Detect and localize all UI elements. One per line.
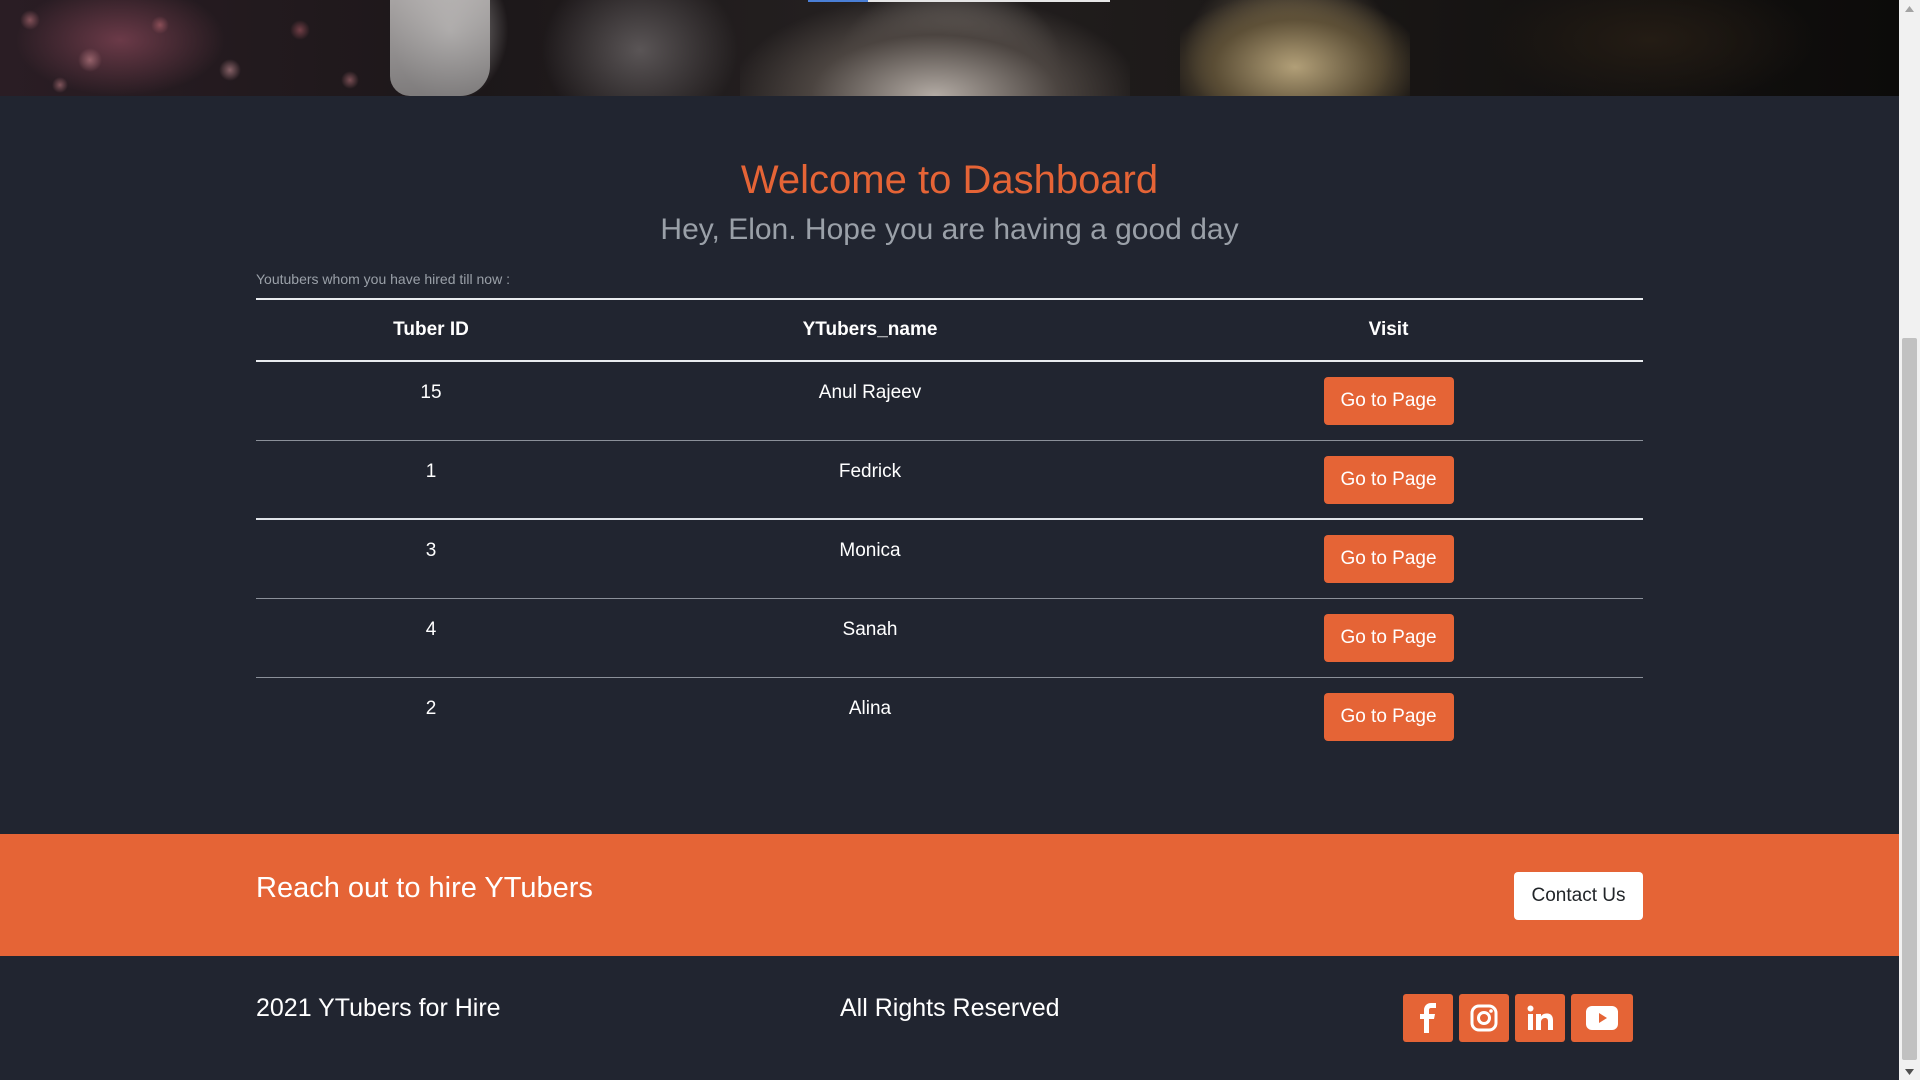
page: Welcome to Dashboard Hey, Elon. Hope you…	[0, 0, 1899, 1080]
instagram-icon	[1470, 1004, 1498, 1032]
table-row: 3 Monica Go to Page	[256, 519, 1643, 599]
cell-visit: Go to Page	[1134, 677, 1643, 756]
hired-youtubers-table: Tuber ID YTubers_name Visit 15 Anul Raje…	[256, 298, 1643, 756]
cta-text: Reach out to hire YTubers	[256, 872, 593, 904]
hired-list-caption: Youtubers whom you have hired till now :	[256, 271, 510, 287]
cell-visit: Go to Page	[1134, 598, 1643, 678]
cell-tuber-id: 4	[256, 598, 606, 678]
linkedin-icon	[1527, 1005, 1553, 1030]
hero-image	[0, 0, 1899, 96]
go-to-page-button[interactable]: Go to Page	[1323, 613, 1454, 662]
scroll-down-arrow-icon[interactable]	[1899, 1063, 1920, 1080]
hero-figure-dress	[390, 0, 490, 96]
go-to-page-button[interactable]: Go to Page	[1323, 455, 1454, 504]
facebook-link[interactable]	[1403, 994, 1453, 1042]
youtube-link[interactable]	[1571, 994, 1633, 1042]
hero-floral-backdrop	[0, 0, 380, 96]
cell-tuber-id: 2	[425, 697, 437, 719]
table-header-row: Tuber ID YTubers_name Visit	[256, 298, 1643, 362]
cell-tuber-name: Fedrick	[606, 440, 1134, 520]
cell-tuber-id: 1	[256, 440, 606, 520]
page-title: Welcome to Dashboard	[740, 158, 1159, 202]
youtube-icon	[1586, 1006, 1618, 1030]
facebook-icon	[1420, 1003, 1436, 1033]
table-row: 2 Alina Go to Page	[256, 677, 1643, 756]
cell-tuber-id: 15	[256, 361, 606, 441]
site-footer: 2021 YTubers for Hire All Rights Reserve…	[0, 956, 1899, 1080]
scrollbar-thumb[interactable]	[1902, 338, 1917, 1060]
cell-tuber-name: Alina	[848, 697, 892, 719]
cell-visit: Go to Page	[1134, 519, 1643, 599]
hero-figure-center	[740, 0, 1130, 96]
linkedin-link[interactable]	[1515, 994, 1565, 1042]
table-row: 1 Fedrick Go to Page	[256, 440, 1643, 520]
table-row: 15 Anul Rajeev Go to Page	[256, 361, 1643, 441]
instagram-link[interactable]	[1459, 994, 1509, 1042]
table-row: 4 Sanah Go to Page	[256, 598, 1643, 678]
contact-us-button[interactable]: Contact Us	[1514, 872, 1643, 920]
hero-progress-accent	[808, 0, 868, 2]
go-to-page-button[interactable]: Go to Page	[1323, 377, 1454, 425]
footer-rights: All Rights Reserved	[840, 994, 1060, 1022]
hire-cta-banner: Reach out to hire YTubers Contact Us	[0, 834, 1899, 956]
greeting-subtitle: Hey, Elon. Hope you are having a good da…	[660, 213, 1239, 246]
footer-copyright: 2021 YTubers for Hire	[256, 994, 501, 1022]
cell-tuber-name: Monica	[606, 519, 1134, 599]
header-visit: Visit	[1134, 298, 1643, 362]
header-tuber-id: Tuber ID	[256, 298, 606, 362]
cell-visit: Go to Page	[1134, 361, 1643, 441]
social-links	[1403, 994, 1633, 1042]
vertical-scrollbar[interactable]	[1899, 0, 1920, 1080]
cell-tuber-name: Sanah	[606, 598, 1134, 678]
dashboard-section: Welcome to Dashboard Hey, Elon. Hope you…	[0, 96, 1899, 834]
cell-tuber-id: 3	[256, 519, 606, 599]
hero-figure-sequin	[1180, 0, 1410, 96]
go-to-page-button[interactable]: Go to Page	[1323, 692, 1454, 741]
scroll-up-arrow-icon[interactable]	[1899, 0, 1920, 17]
cell-tuber-name: Anul Rajeev	[606, 361, 1134, 441]
header-ytubers-name: YTubers_name	[606, 298, 1134, 362]
go-to-page-button[interactable]: Go to Page	[1323, 535, 1454, 583]
cell-visit: Go to Page	[1134, 440, 1643, 520]
